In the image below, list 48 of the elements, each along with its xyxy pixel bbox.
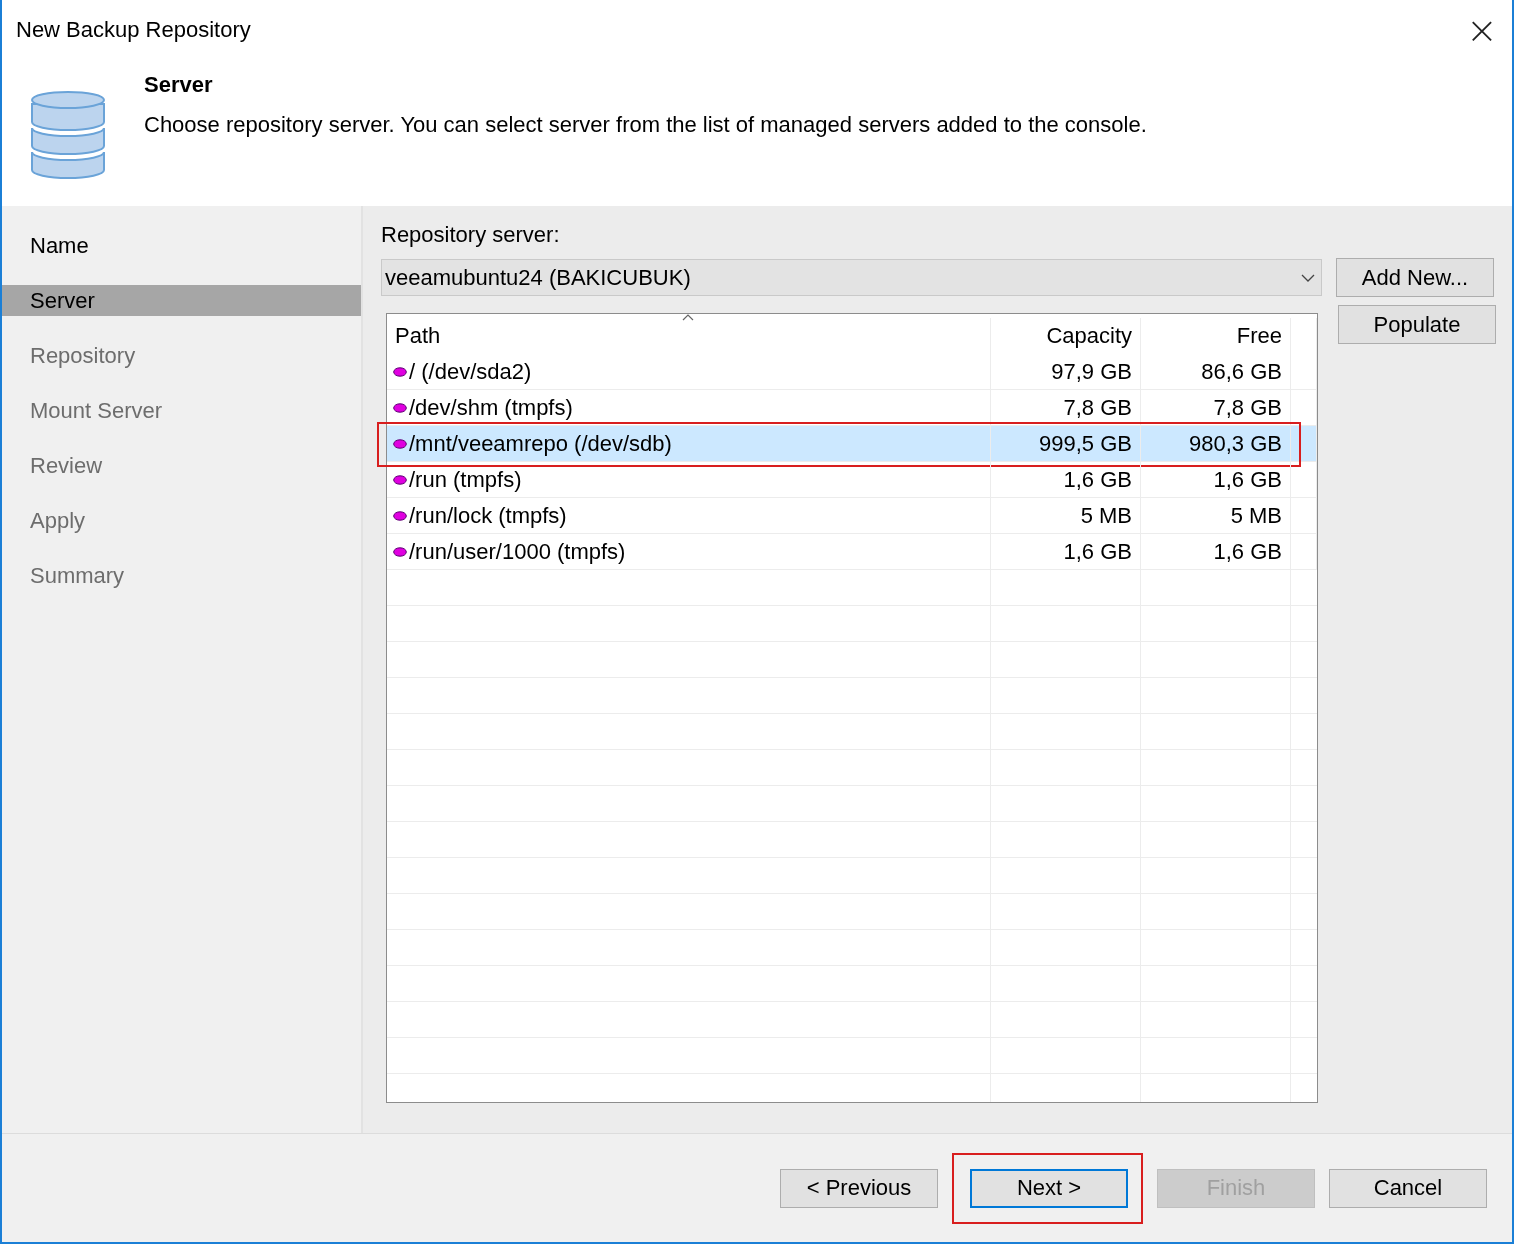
path-cell: /dev/shm (tmpfs): [409, 395, 573, 421]
wizard-button[interactable]: Next >: [970, 1168, 1128, 1208]
column-header[interactable]: Capacity: [991, 318, 1141, 354]
step-title: Server: [144, 72, 214, 98]
table-row[interactable]: /run/lock (tmpfs) 5 MB 5 MB: [387, 498, 1317, 534]
capacity-cell: 5 MB: [1080, 503, 1132, 529]
table-row[interactable]: / (/dev/sda2) 97,9 GB 86,6 GB: [387, 354, 1317, 390]
free-cell: 1,6 GB: [1213, 539, 1282, 565]
step-item[interactable]: Server: [2, 285, 361, 316]
disk-icon: [393, 403, 407, 413]
path-cell: /run/user/1000 (tmpfs): [409, 539, 626, 565]
disk-icon: [393, 475, 407, 485]
free-cell: 5 MB: [1230, 503, 1282, 529]
capacity-cell: 97,9 GB: [1051, 359, 1132, 385]
populate-button[interactable]: Populate: [1338, 305, 1496, 344]
free-cell: 980,3 GB: [1189, 431, 1282, 457]
wizard-button[interactable]: Cancel: [1329, 1168, 1487, 1208]
dropdown-value: veeamubuntu24 (BAKICUBUK): [385, 264, 691, 291]
disk-icon: [393, 367, 407, 377]
capacity-cell: 999,5 GB: [1039, 431, 1132, 457]
table-row[interactable]: /run/user/1000 (tmpfs) 1,6 GB 1,6 GB: [387, 534, 1317, 570]
path-cell: /run (tmpfs): [409, 467, 522, 493]
path-cell: / (/dev/sda2): [409, 359, 532, 385]
field-label: Repository server:: [381, 222, 561, 249]
chevron-down-icon: [1301, 273, 1315, 282]
database-icon: [30, 90, 106, 180]
path-cell: /mnt/veeamrepo (/dev/sdb): [409, 431, 672, 457]
disk-icon: [393, 511, 407, 521]
close-button[interactable]: ×: [1452, 2, 1512, 58]
server-dropdown[interactable]: veeamubuntu24 (BAKICUBUK): [381, 259, 1322, 296]
capacity-cell: 1,6 GB: [1063, 539, 1132, 565]
disk-icon: [393, 439, 407, 449]
capacity-cell: 1,6 GB: [1063, 467, 1132, 493]
capacity-cell: 7,8 GB: [1063, 395, 1132, 421]
step-description: Choose repository server. You can select server from the list of managed servers added to the console.: [144, 112, 1147, 138]
free-cell: 7,8 GB: [1213, 395, 1282, 421]
add-new-button[interactable]: Add New...: [1336, 258, 1494, 297]
path-cell: /run/lock (tmpfs): [409, 503, 567, 529]
disk-icon: [393, 547, 407, 557]
free-cell: 1,6 GB: [1213, 467, 1282, 493]
sort-ascending-icon: [682, 314, 694, 321]
wizard-button[interactable]: < Previous: [780, 1168, 938, 1208]
column-header[interactable]: Free: [1141, 318, 1291, 354]
column-header[interactable]: Path: [387, 318, 991, 354]
table-row[interactable]: /run (tmpfs) 1,6 GB 1,6 GB: [387, 462, 1317, 498]
free-cell: 86,6 GB: [1201, 359, 1282, 385]
step-item[interactable]: Name: [2, 230, 361, 261]
window-title: New Backup Repository: [16, 17, 251, 43]
